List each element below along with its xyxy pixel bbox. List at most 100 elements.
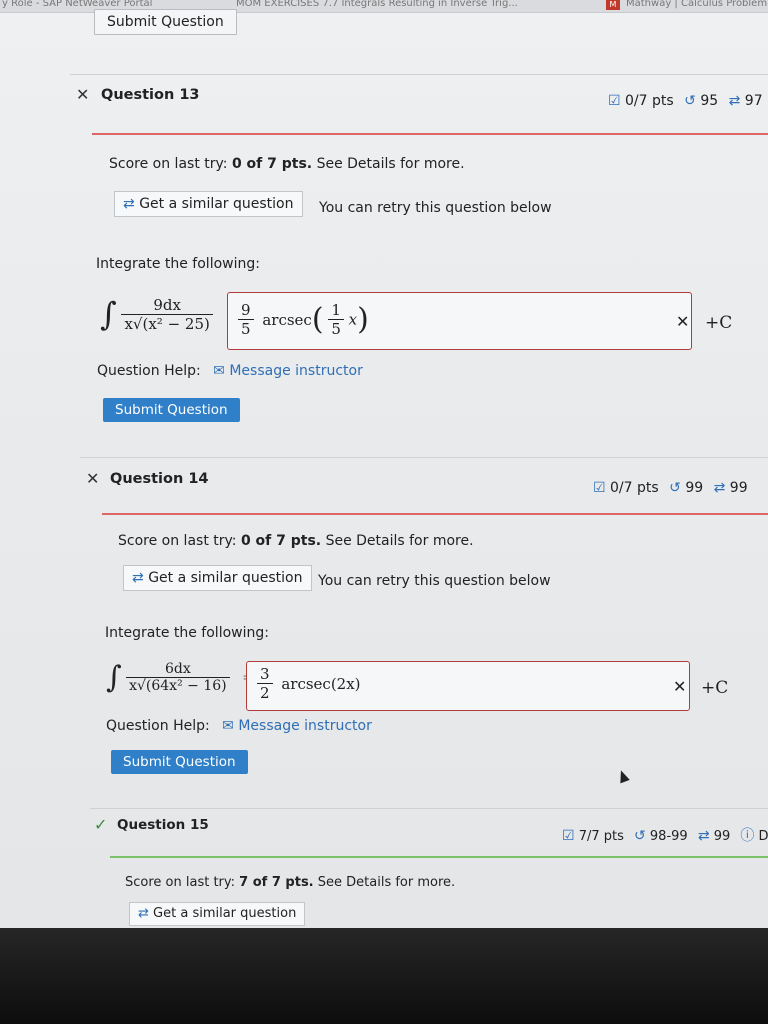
info-icon[interactable]: ⓘ <box>740 828 754 844</box>
score-last-try: Score on last try: 7 of 7 pts. See Detai… <box>125 875 455 890</box>
score-details: See Details for more. <box>325 533 474 549</box>
wrong-answer-icon: ✕ <box>676 312 690 331</box>
integral-sign: ∫ <box>100 295 117 333</box>
tab-mom-exercises[interactable]: MOM EXERCISES 7.7 Integrals Resulting in… <box>236 0 518 9</box>
answer-variable: x <box>348 310 358 329</box>
score-value: 0 of 7 pts. <box>240 533 322 549</box>
coef-numerator: 9 <box>238 301 254 320</box>
question-points-summary: ☑ 0/7 pts ↺ 99 ⇄ 99 <box>593 480 748 496</box>
question-points-summary: ☑ 7/7 pts ↺ 98-99 ⇄ 99 ⓘ D <box>562 825 768 845</box>
mail-icon: ✉ <box>213 363 225 379</box>
incorrect-icon: ✕ <box>86 469 100 488</box>
score-last-try: Score on last try: 0 of 7 pts. See Detai… <box>109 156 465 172</box>
help-label: Question Help: <box>106 718 210 734</box>
integrand-fraction: 6dx x√(64x² − 16) <box>126 661 230 694</box>
integrand-fraction: 9dx x√(x² − 25) <box>121 296 213 333</box>
score-details: See Details for more. <box>316 156 465 172</box>
mathway-logo-icon: M <box>606 0 620 10</box>
get-similar-question-button[interactable]: ⇄ Get a similar question <box>129 902 306 926</box>
question-help: Question Help: ✉ Message instructor <box>106 718 372 734</box>
score-label: Score on last try: <box>125 875 236 890</box>
answer-coefficient: 9 5 <box>238 301 254 338</box>
similar-count: 99 <box>729 480 748 496</box>
browser-viewport: y Role - SAP NetWeaver Portal MOM EXERCI… <box>0 0 768 928</box>
message-instructor-label: Message instructor <box>238 718 372 734</box>
message-instructor-link[interactable]: ✉ Message instructor <box>213 363 363 379</box>
submit-question-button[interactable]: Submit Question <box>103 398 240 422</box>
wrong-answer-icon: ✕ <box>673 677 687 696</box>
tab-sap-portal[interactable]: y Role - SAP NetWeaver Portal <box>2 0 152 9</box>
score-value: 7 of 7 pts. <box>239 875 314 890</box>
submit-question-button-prev[interactable]: Submit Question <box>94 9 237 35</box>
answer-function: arcsec <box>262 310 312 329</box>
points-value: 0/7 pts <box>625 93 674 109</box>
get-similar-question-button[interactable]: ⇄ Get a similar question <box>123 565 312 591</box>
retry-note: You can retry this question below <box>319 200 552 216</box>
correct-check-icon: ✓ <box>94 815 108 834</box>
question-title[interactable]: Question 15 <box>117 817 209 833</box>
paren-open: ( <box>311 302 324 337</box>
similar-count: 99 <box>713 829 731 844</box>
answer-expression: 9 5 arcsec( 1 5 x) <box>238 301 369 338</box>
coef-denominator: 2 <box>260 684 270 702</box>
message-instructor-label: Message instructor <box>229 363 363 379</box>
answer-input[interactable]: 3 2 arcsec(2x) ✕ <box>246 661 690 711</box>
integral-sign: ∫ <box>106 660 122 695</box>
inner-denominator: 5 <box>331 320 341 338</box>
divider <box>80 457 768 458</box>
attempts-icon: ↺ <box>634 828 646 844</box>
similar-button-label: Get a similar question <box>139 196 294 212</box>
points-value: 7/7 pts <box>578 829 624 844</box>
retry-note: You can retry this question below <box>318 573 551 589</box>
attempts-value: 95 <box>700 93 719 109</box>
question-instruction: Integrate the following: <box>105 625 269 641</box>
plus-c: +C <box>705 313 733 333</box>
question-title[interactable]: Question 13 <box>101 87 200 103</box>
score-details: See Details for more. <box>317 875 456 890</box>
score-label: Score on last try: <box>118 533 237 549</box>
question-title[interactable]: Question 14 <box>110 471 209 487</box>
answer-function: arcsec(2x) <box>281 674 361 693</box>
score-check-icon: ☑ <box>608 93 621 109</box>
attempts-icon: ↺ <box>684 93 696 109</box>
attempts-value: 99 <box>685 480 704 496</box>
mail-icon: ✉ <box>222 718 234 734</box>
score-divider <box>102 513 768 515</box>
mouse-cursor-icon <box>616 768 630 784</box>
plus-c: +C <box>701 678 729 698</box>
coef-numerator: 3 <box>257 665 273 684</box>
similar-button-label: Get a similar question <box>148 570 303 586</box>
divider <box>70 74 768 75</box>
similar-icon: ⇄ <box>123 196 135 212</box>
details-label[interactable]: D <box>759 829 768 844</box>
answer-input[interactable]: 9 5 arcsec( 1 5 x) ✕ <box>227 292 692 350</box>
similar-icon: ⇄ <box>713 480 726 496</box>
score-value: 0 of 7 pts. <box>231 156 313 172</box>
question-help: Question Help: ✉ Message instructor <box>97 363 363 379</box>
similar-icon: ⇄ <box>697 828 710 844</box>
submit-question-button[interactable]: Submit Question <box>111 750 248 774</box>
inner-numerator: 1 <box>328 301 344 320</box>
similar-icon: ⇄ <box>132 570 144 586</box>
paren-close: ) <box>357 302 369 337</box>
similar-icon: ⇄ <box>728 93 741 109</box>
answer-expression: 3 2 arcsec(2x) <box>257 665 361 702</box>
device-bezel <box>0 928 768 1024</box>
divider <box>90 808 768 809</box>
attempts-icon: ↺ <box>669 480 681 496</box>
get-similar-question-button[interactable]: ⇄ Get a similar question <box>114 191 303 217</box>
answer-coefficient: 3 2 <box>257 665 273 702</box>
message-instructor-link[interactable]: ✉ Message instructor <box>222 718 372 734</box>
points-value: 0/7 pts <box>610 480 659 496</box>
integrand-denominator: x√(64x² − 16) <box>129 678 227 694</box>
incorrect-icon: ✕ <box>76 85 90 104</box>
help-label: Question Help: <box>97 363 201 379</box>
score-check-icon: ☑ <box>593 480 606 496</box>
tab-mathway[interactable]: Mathway | Calculus Problem <box>626 0 767 9</box>
integral-expression: ∫ 9dx x√(x² − 25) = <box>100 295 238 333</box>
coef-denominator: 5 <box>241 320 251 338</box>
score-check-icon: ☑ <box>562 828 575 844</box>
attempts-value: 98-99 <box>649 829 688 844</box>
score-label: Score on last try: <box>109 156 228 172</box>
similar-icon: ⇄ <box>138 906 149 921</box>
